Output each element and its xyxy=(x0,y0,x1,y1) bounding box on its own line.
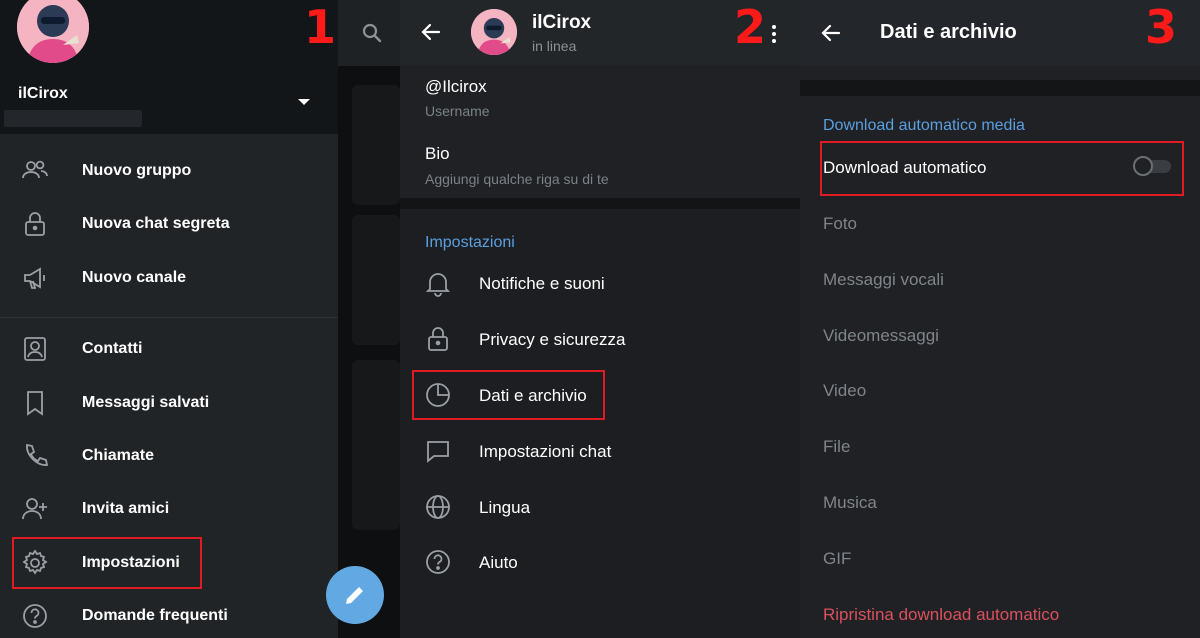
profile-name: ilCirox xyxy=(532,12,592,33)
avatar[interactable] xyxy=(471,9,517,55)
menu-item-invite-friends[interactable]: Invita amici xyxy=(0,484,338,534)
menu-item-secret-chat[interactable]: Nuova chat segreta xyxy=(0,199,338,249)
menu-item-label: Domande frequenti xyxy=(82,607,228,624)
settings-item-label: Aiuto xyxy=(479,553,518,572)
bookmark-icon xyxy=(21,389,49,417)
back-arrow-icon[interactable] xyxy=(419,20,443,44)
panel-data-storage: Dati e archivio Download automatico medi… xyxy=(800,0,1200,638)
menu-item-label: Contatti xyxy=(82,340,143,357)
option-photos[interactable]: Foto xyxy=(823,214,857,234)
option-music[interactable]: Musica xyxy=(823,493,877,513)
chat-list-item[interactable] xyxy=(352,85,400,205)
username-value[interactable]: @Ilcirox xyxy=(425,77,487,97)
section-gap xyxy=(800,80,1200,96)
drawer-user-name: ilCirox xyxy=(18,85,68,102)
auto-download-section-title: Download automatico media xyxy=(823,117,1025,134)
step-number: 1 xyxy=(304,0,337,54)
option-voice-messages[interactable]: Messaggi vocali xyxy=(823,270,944,290)
reset-auto-download-button[interactable]: Ripristina download automatico xyxy=(823,605,1059,625)
menu-item-label: Nuovo gruppo xyxy=(82,162,192,179)
settings-section-title: Impostazioni xyxy=(425,234,515,251)
option-gif[interactable]: GIF xyxy=(823,549,851,569)
drawer-phone-blurred xyxy=(4,110,142,127)
step-number: 2 xyxy=(734,0,767,54)
settings-item-label: Notifiche e suoni xyxy=(479,274,605,293)
username-label: Username xyxy=(425,103,490,119)
settings-item-label: Privacy e sicurezza xyxy=(479,330,626,349)
group-icon xyxy=(21,157,49,185)
lock-icon xyxy=(21,210,49,238)
settings-item-notifications[interactable]: Notifiche e suoni xyxy=(400,257,800,311)
panel-drawer: ilCirox Nuovo gruppo Nuova chat segreta … xyxy=(0,0,400,638)
bio-value[interactable]: Bio xyxy=(425,144,450,164)
more-vert-icon[interactable] xyxy=(770,24,778,44)
menu-item-calls[interactable]: Chiamate xyxy=(0,431,338,481)
chat-list-item[interactable] xyxy=(352,215,400,345)
chat-bubble-icon xyxy=(424,437,452,465)
chevron-down-icon[interactable] xyxy=(298,99,310,105)
settings-item-chat[interactable]: Impostazioni chat xyxy=(400,425,800,479)
settings-item-label: Impostazioni chat xyxy=(479,442,612,461)
highlight-box-settings xyxy=(12,537,202,589)
option-video[interactable]: Video xyxy=(823,381,866,401)
globe-icon xyxy=(424,493,452,521)
help-icon xyxy=(21,602,49,630)
help-icon xyxy=(424,548,452,576)
settings-item-label: Lingua xyxy=(479,498,531,517)
highlight-box-auto-download xyxy=(820,141,1184,196)
panel-settings: ilCirox in linea @Ilcirox Username Bio A… xyxy=(400,0,800,638)
bio-placeholder: Aggiungi qualche riga su di te xyxy=(425,171,609,187)
avatar[interactable] xyxy=(17,0,89,63)
bell-icon xyxy=(424,269,452,297)
menu-item-saved-messages[interactable]: Messaggi salvati xyxy=(0,378,338,428)
contact-icon xyxy=(21,335,49,363)
menu-item-contacts[interactable]: Contatti xyxy=(0,324,338,374)
back-arrow-icon[interactable] xyxy=(819,21,843,45)
menu-item-label: Chiamate xyxy=(82,447,155,464)
menu-item-label: Nuovo canale xyxy=(82,269,187,286)
compose-button[interactable] xyxy=(326,566,384,624)
page-title: Dati e archivio xyxy=(880,21,1017,43)
add-user-icon xyxy=(21,495,49,523)
search-icon[interactable] xyxy=(360,21,384,45)
section-gap xyxy=(400,198,800,209)
option-files[interactable]: File xyxy=(823,437,850,457)
highlight-box-data-storage xyxy=(412,370,605,420)
menu-item-label: Messaggi salvati xyxy=(82,394,210,411)
settings-item-help[interactable]: Aiuto xyxy=(400,536,800,590)
menu-divider xyxy=(0,317,338,318)
menu-item-new-group[interactable]: Nuovo gruppo xyxy=(0,146,338,196)
menu-item-label: Nuova chat segreta xyxy=(82,215,230,232)
menu-item-faq[interactable]: Domande frequenti xyxy=(0,591,338,638)
lock-icon xyxy=(424,325,452,353)
settings-item-language[interactable]: Lingua xyxy=(400,481,800,535)
megaphone-icon xyxy=(21,264,49,292)
option-video-messages[interactable]: Videomessaggi xyxy=(823,326,939,346)
step-number: 3 xyxy=(1145,0,1178,54)
drawer-header: ilCirox xyxy=(0,0,338,134)
profile-status: in linea xyxy=(532,38,577,54)
menu-item-label: Invita amici xyxy=(82,500,170,517)
menu-item-new-channel[interactable]: Nuovo canale xyxy=(0,253,338,303)
chat-list-item[interactable] xyxy=(352,360,400,530)
settings-item-privacy[interactable]: Privacy e sicurezza xyxy=(400,313,800,367)
phone-icon xyxy=(21,442,49,470)
